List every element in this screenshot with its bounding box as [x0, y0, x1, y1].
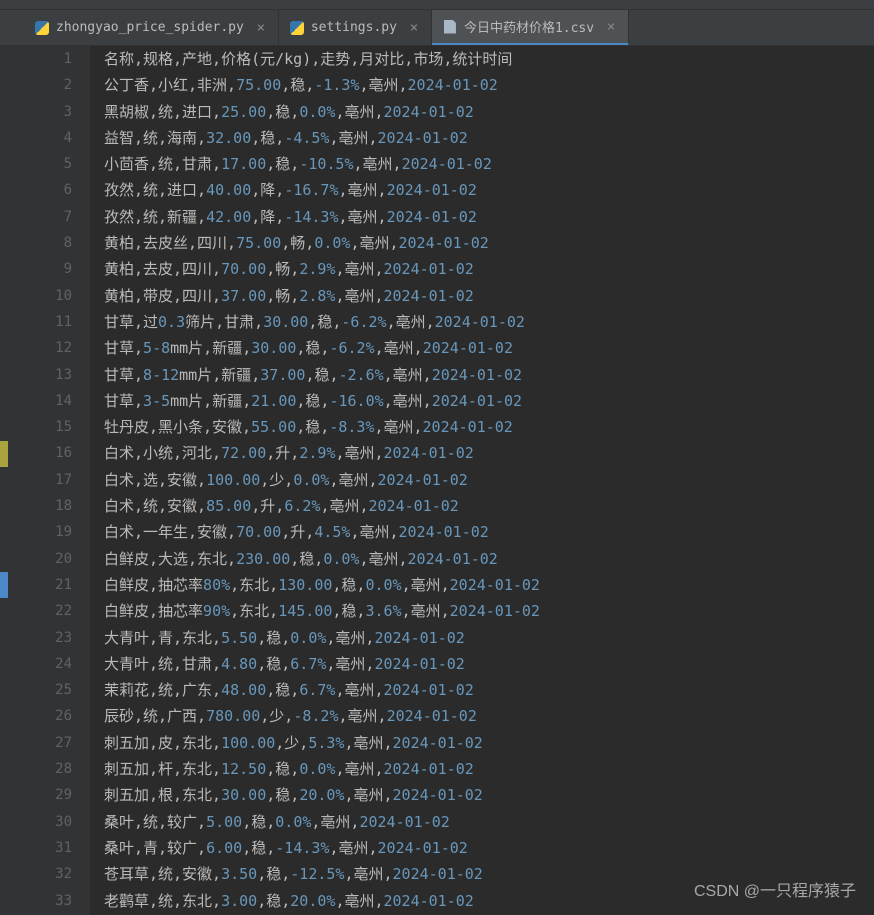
line-number: 11 — [18, 309, 72, 335]
csv-row: 孜然,统,新疆,42.00,降,-14.3%,亳州,2024-01-02 — [104, 204, 874, 230]
gutter-left — [0, 46, 18, 915]
line-number: 29 — [18, 782, 72, 808]
line-number: 6 — [18, 177, 72, 203]
csv-row: 大青叶,青,东北,5.50,稳,0.0%,亳州,2024-01-02 — [104, 625, 874, 651]
line-number: 26 — [18, 703, 72, 729]
csv-row: 黑胡椒,统,进口,25.00,稳,0.0%,亳州,2024-01-02 — [104, 99, 874, 125]
line-number: 12 — [18, 335, 72, 361]
line-number: 5 — [18, 151, 72, 177]
editor-content[interactable]: 名称,规格,产地,价格(元/kg),走势,月对比,市场,统计时间公丁香,小红,非… — [90, 46, 874, 915]
line-number: 19 — [18, 519, 72, 545]
line-number: 20 — [18, 546, 72, 572]
csv-row: 小茴香,统,甘肃,17.00,稳,-10.5%,亳州,2024-01-02 — [104, 151, 874, 177]
tab-label: 今日中药材价格1.csv — [464, 17, 594, 36]
line-number: 2 — [18, 72, 72, 98]
csv-row: 孜然,统,进口,40.00,降,-16.7%,亳州,2024-01-02 — [104, 177, 874, 203]
csv-row: 益智,统,海南,32.00,稳,-4.5%,亳州,2024-01-02 — [104, 125, 874, 151]
line-number: 3 — [18, 99, 72, 125]
csv-row: 甘草,过0.3筛片,甘肃,30.00,稳,-6.2%,亳州,2024-01-02 — [104, 309, 874, 335]
line-number: 13 — [18, 362, 72, 388]
csv-row: 甘草,5-8mm片,新疆,30.00,稳,-6.2%,亳州,2024-01-02 — [104, 335, 874, 361]
csv-row: 桑叶,青,较广,6.00,稳,-14.3%,亳州,2024-01-02 — [104, 835, 874, 861]
line-number: 33 — [18, 888, 72, 914]
line-number: 15 — [18, 414, 72, 440]
gutter-marker — [0, 572, 8, 598]
csv-row: 辰砂,统,广西,780.00,少,-8.2%,亳州,2024-01-02 — [104, 703, 874, 729]
line-number: 30 — [18, 809, 72, 835]
csv-row: 黄柏,去皮,四川,70.00,畅,2.9%,亳州,2024-01-02 — [104, 256, 874, 282]
csv-row: 黄柏,去皮丝,四川,75.00,畅,0.0%,亳州,2024-01-02 — [104, 230, 874, 256]
csv-row: 白术,统,安徽,85.00,升,6.2%,亳州,2024-01-02 — [104, 493, 874, 519]
csv-row: 刺五加,杆,东北,12.50,稳,0.0%,亳州,2024-01-02 — [104, 756, 874, 782]
csv-row: 白鲜皮,大选,东北,230.00,稳,0.0%,亳州,2024-01-02 — [104, 546, 874, 572]
line-number: 9 — [18, 256, 72, 282]
csv-row: 黄柏,带皮,四川,37.00,畅,2.8%,亳州,2024-01-02 — [104, 283, 874, 309]
line-number: 14 — [18, 388, 72, 414]
csv-row: 白鲜皮,抽芯率90%,东北,145.00,稳,3.6%,亳州,2024-01-0… — [104, 598, 874, 624]
line-number: 31 — [18, 835, 72, 861]
csv-row: 茉莉花,统,广东,48.00,稳,6.7%,亳州,2024-01-02 — [104, 677, 874, 703]
line-number: 24 — [18, 651, 72, 677]
line-number: 25 — [18, 677, 72, 703]
tab-spider-py[interactable]: zhongyao_price_spider.py × — [24, 10, 279, 45]
csv-row: 白术,选,安徽,100.00,少,0.0%,亳州,2024-01-02 — [104, 467, 874, 493]
line-number: 32 — [18, 861, 72, 887]
csv-row: 刺五加,皮,东北,100.00,少,5.3%,亳州,2024-01-02 — [104, 730, 874, 756]
line-number: 18 — [18, 493, 72, 519]
csv-row: 白术,小统,河北,72.00,升,2.9%,亳州,2024-01-02 — [104, 440, 874, 466]
csv-row: 桑叶,统,较广,5.00,稳,0.0%,亳州,2024-01-02 — [104, 809, 874, 835]
csv-row: 刺五加,根,东北,30.00,稳,20.0%,亳州,2024-01-02 — [104, 782, 874, 808]
line-number: 21 — [18, 572, 72, 598]
line-number: 1 — [18, 46, 72, 72]
watermark: CSDN @一只程序猿子 — [694, 877, 856, 901]
tab-settings-py[interactable]: settings.py × — [279, 10, 432, 45]
file-icon — [442, 19, 458, 35]
csv-row: 白术,一年生,安徽,70.00,升,4.5%,亳州,2024-01-02 — [104, 519, 874, 545]
gutter-marker — [0, 441, 8, 467]
csv-row: 甘草,8-12mm片,新疆,37.00,稳,-2.6%,亳州,2024-01-0… — [104, 362, 874, 388]
line-number-gutter: 1234567891011121314151617181920212223242… — [18, 46, 90, 915]
close-icon[interactable]: × — [604, 20, 618, 34]
csv-row: 大青叶,统,甘肃,4.80,稳,6.7%,亳州,2024-01-02 — [104, 651, 874, 677]
tab-label: zhongyao_price_spider.py — [56, 20, 244, 35]
close-icon[interactable]: × — [254, 21, 268, 35]
line-number: 7 — [18, 204, 72, 230]
line-number: 8 — [18, 230, 72, 256]
csv-row: 公丁香,小红,非洲,75.00,稳,-1.3%,亳州,2024-01-02 — [104, 72, 874, 98]
tab-label: settings.py — [311, 20, 397, 35]
line-number: 27 — [18, 730, 72, 756]
csv-header-line: 名称,规格,产地,价格(元/kg),走势,月对比,市场,统计时间 — [104, 46, 874, 72]
python-icon — [34, 20, 50, 36]
csv-row: 牡丹皮,黑小条,安徽,55.00,稳,-8.3%,亳州,2024-01-02 — [104, 414, 874, 440]
tab-bar: zhongyao_price_spider.py × settings.py ×… — [0, 10, 874, 46]
csv-row: 甘草,3-5mm片,新疆,21.00,稳,-16.0%,亳州,2024-01-0… — [104, 388, 874, 414]
line-number: 17 — [18, 467, 72, 493]
line-number: 16 — [18, 440, 72, 466]
line-number: 10 — [18, 283, 72, 309]
python-icon — [289, 20, 305, 36]
tab-csv[interactable]: 今日中药材价格1.csv × — [432, 10, 629, 45]
csv-row: 白鲜皮,抽芯率80%,东北,130.00,稳,0.0%,亳州,2024-01-0… — [104, 572, 874, 598]
line-number: 4 — [18, 125, 72, 151]
editor[interactable]: 1234567891011121314151617181920212223242… — [0, 46, 874, 915]
close-icon[interactable]: × — [407, 21, 421, 35]
titlebar — [0, 0, 874, 10]
line-number: 22 — [18, 598, 72, 624]
line-number: 23 — [18, 625, 72, 651]
line-number: 28 — [18, 756, 72, 782]
